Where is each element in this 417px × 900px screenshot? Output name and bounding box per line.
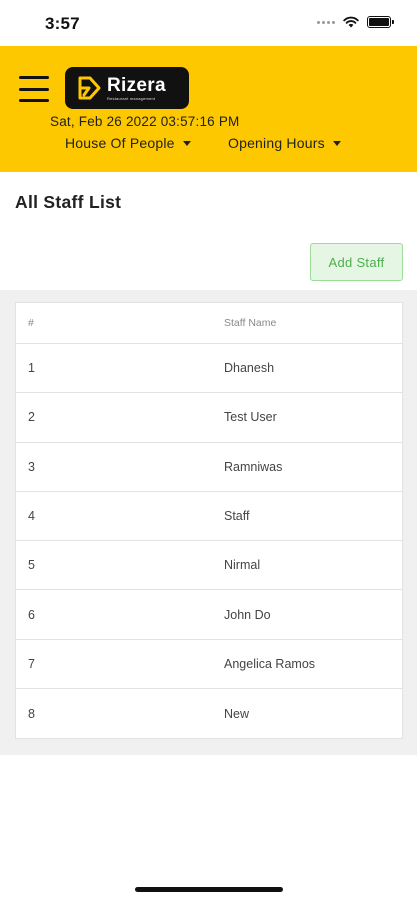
table-row[interactable]: 6 John Do	[16, 590, 402, 640]
staff-name: Ramniwas	[224, 459, 283, 474]
wifi-icon	[343, 16, 359, 28]
logo-name: Rizera	[107, 74, 166, 96]
staff-table: # Staff Name 1 Dhanesh 2 Test User 3 Ram…	[15, 302, 403, 740]
column-header-number: #	[28, 317, 34, 329]
caret-down-icon	[182, 141, 191, 146]
caret-down-icon	[332, 141, 341, 146]
restaurant-dropdown-label: House Of People	[65, 135, 175, 151]
cellular-signal-icon	[317, 20, 335, 24]
staff-list-area: # Staff Name 1 Dhanesh 2 Test User 3 Ram…	[0, 290, 417, 755]
row-number: 3	[28, 459, 35, 474]
home-indicator[interactable]	[135, 887, 283, 892]
battery-icon	[367, 16, 394, 28]
opening-hours-dropdown[interactable]: Opening Hours	[228, 135, 341, 151]
page-title: All Staff List	[15, 192, 122, 212]
row-number: 6	[28, 607, 35, 622]
table-row[interactable]: 5 Nirmal	[16, 541, 402, 591]
row-number: 1	[28, 361, 35, 376]
table-row[interactable]: 3 Ramniwas	[16, 443, 402, 492]
staff-name: Angelica Ramos	[224, 656, 316, 671]
status-bar: 3:57	[0, 0, 417, 46]
row-number: 7	[28, 656, 35, 671]
opening-hours-label: Opening Hours	[228, 135, 325, 151]
table-row[interactable]: 7 Angelica Ramos	[16, 640, 402, 690]
status-icons	[317, 16, 394, 28]
current-datetime: Sat, Feb 26 2022 03:57:16 PM	[50, 114, 240, 129]
row-number: 5	[28, 558, 35, 573]
app-header: Rizera Restaurant management Sat, Feb 26…	[0, 46, 417, 172]
add-staff-button[interactable]: Add Staff	[310, 243, 403, 281]
logo-tagline: Restaurant management	[107, 95, 156, 101]
column-header-staff-name: Staff Name	[224, 317, 277, 329]
table-row[interactable]: 8 New	[16, 689, 402, 738]
table-header: # Staff Name	[16, 303, 402, 344]
row-number: 8	[28, 706, 35, 721]
staff-name: Dhanesh	[224, 361, 275, 376]
staff-name: John Do	[224, 607, 271, 622]
table-row[interactable]: 1 Dhanesh	[16, 344, 402, 394]
rizera-logo: Rizera Restaurant management	[65, 67, 189, 109]
status-time: 3:57	[45, 14, 80, 33]
row-number: 2	[28, 410, 35, 425]
row-number: 4	[28, 509, 35, 524]
menu-icon[interactable]	[19, 76, 49, 102]
staff-name: Nirmal	[224, 558, 261, 573]
logo-mark-icon	[78, 76, 101, 100]
restaurant-dropdown[interactable]: House Of People	[65, 135, 191, 151]
table-row[interactable]: 2 Test User	[16, 393, 402, 443]
staff-name: Test User	[224, 410, 277, 425]
staff-name: New	[224, 706, 250, 721]
staff-name: Staff	[224, 509, 250, 524]
table-row[interactable]: 4 Staff	[16, 492, 402, 542]
